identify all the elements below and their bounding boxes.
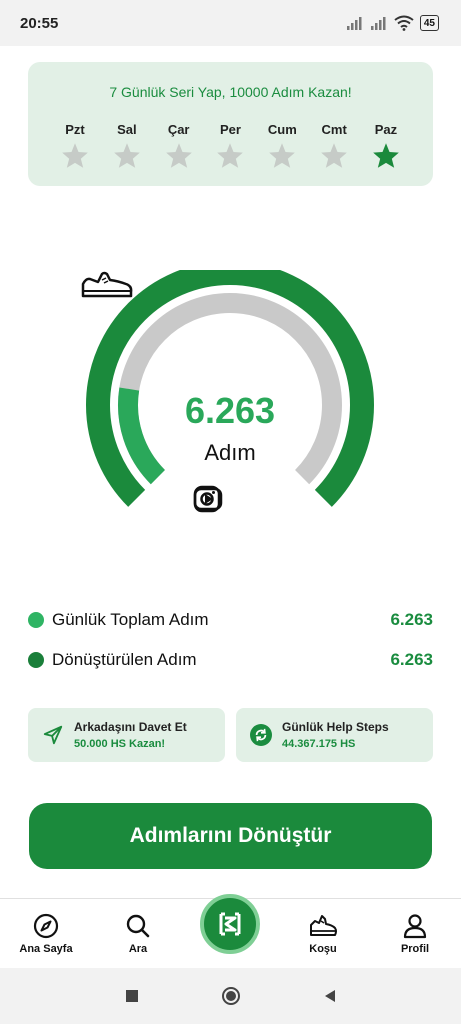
streak-day: Sal	[110, 122, 144, 169]
steps-value: 6.263	[184, 390, 276, 431]
stat-row-converted: Dönüştürülen Adım 6.263	[28, 647, 433, 673]
shoe-icon	[81, 271, 133, 298]
help-steps-value: 44.367.175 HS	[282, 738, 356, 750]
streak-day-label: Çar	[167, 122, 190, 137]
streak-day: Cum	[265, 122, 299, 169]
compass-icon	[33, 913, 59, 939]
streak-day: Pzt	[58, 122, 92, 169]
youtube-icon[interactable]	[193, 485, 223, 513]
stat-label: Dönüştürülen Adım	[52, 650, 197, 669]
refresh-icon	[250, 724, 272, 746]
step-gauge: 6.263 Adım	[80, 270, 380, 530]
running-shoe-icon	[310, 915, 337, 936]
legend-dot	[28, 652, 44, 668]
streak-day: Çar	[162, 122, 196, 169]
streak-day-label: Cmt	[321, 122, 347, 137]
signal-icon	[370, 17, 386, 30]
nav-item-run[interactable]: Koşu	[283, 913, 363, 955]
invite-title: Arkadaşını Davet Et	[74, 720, 187, 734]
streak-day-label: Per	[220, 122, 241, 137]
streak-day-label: Pzt	[65, 122, 85, 137]
stat-value: 6.263	[390, 610, 433, 629]
status-time: 20:55	[20, 14, 59, 32]
star-icon	[217, 143, 244, 168]
steps-unit: Adım	[204, 440, 256, 465]
stat-row-total: Günlük Toplam Adım 6.263	[28, 607, 433, 633]
wifi-icon	[394, 15, 414, 31]
star-icon	[62, 143, 88, 168]
help-steps-card[interactable]: Günlük Help Steps 44.367.175 HS	[236, 708, 433, 762]
user-icon	[403, 914, 427, 939]
search-icon	[126, 914, 150, 938]
bottom-nav: Ana Sayfa Ara Koşu Profil	[0, 894, 461, 968]
streak-days: Pzt Sal Çar Per Cum Cmt Paz	[58, 122, 403, 169]
nav-item-profile[interactable]: Profil	[375, 913, 455, 955]
stat-value: 6.263	[390, 650, 433, 669]
hs-logo-button[interactable]	[200, 894, 260, 954]
invite-friend-card[interactable]: Arkadaşını Davet Et 50.000 HS Kazan!	[28, 708, 225, 762]
star-icon	[165, 143, 192, 168]
back-icon[interactable]	[322, 988, 338, 1004]
streak-day: Cmt	[317, 122, 351, 169]
streak-day-label: Paz	[374, 122, 398, 137]
nav-label: Ana Sayfa	[19, 943, 73, 955]
step-stats: Günlük Toplam Adım 6.263 Dönüştürülen Ad…	[28, 607, 433, 687]
help-steps-title: Günlük Help Steps	[282, 720, 389, 734]
streak-day-label: Sal	[117, 122, 137, 137]
star-icon	[113, 143, 140, 168]
invite-reward: 50.000 HS Kazan!	[74, 738, 166, 750]
system-nav-bar	[0, 968, 461, 1024]
home-icon[interactable]	[220, 985, 242, 1007]
streak-title: 7 Günlük Seri Yap, 10000 Adım Kazan!	[109, 84, 352, 100]
streak-card: 7 Günlük Seri Yap, 10000 Adım Kazan! Pzt…	[28, 62, 433, 186]
star-icon	[373, 143, 399, 168]
send-icon	[43, 725, 63, 745]
nav-label: Profil	[400, 943, 430, 955]
streak-day-label: Cum	[267, 122, 297, 137]
status-icons: 45	[346, 15, 439, 31]
nav-label: Koşu	[309, 943, 337, 955]
stat-label: Günlük Toplam Adım	[52, 610, 209, 629]
legend-dot	[28, 612, 44, 628]
nav-item-search[interactable]: Ara	[98, 913, 178, 955]
recent-apps-icon[interactable]	[124, 988, 140, 1004]
convert-steps-button[interactable]: Adımlarını Dönüştür	[29, 803, 432, 869]
nav-label: Ara	[128, 943, 148, 955]
hs-logo-icon	[219, 912, 241, 936]
nav-item-home[interactable]: Ana Sayfa	[6, 913, 86, 955]
streak-day: Per	[213, 122, 247, 169]
signal-icon	[346, 17, 362, 30]
star-icon	[269, 143, 296, 168]
star-icon	[321, 143, 347, 168]
battery-icon: 45	[419, 15, 439, 31]
status-bar: 20:55 45	[0, 0, 461, 46]
streak-day: Paz	[369, 122, 403, 169]
